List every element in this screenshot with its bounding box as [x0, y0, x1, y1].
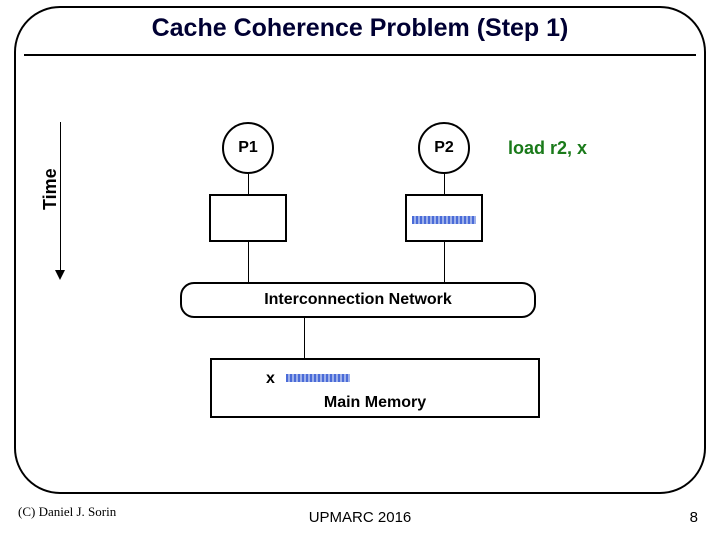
connector-cache2-network [444, 242, 445, 284]
connector-network-memory [304, 318, 305, 358]
connector-cache1-network [248, 242, 249, 284]
processor-p1: P1 [222, 122, 274, 174]
connector-p1-cache [248, 174, 249, 194]
memory-line-x-icon [286, 374, 350, 382]
time-axis-arrow-icon [55, 270, 65, 280]
title-underline [24, 54, 696, 56]
cache-p1 [209, 194, 287, 242]
connector-p2-cache [444, 174, 445, 194]
interconnection-network: Interconnection Network [180, 282, 536, 318]
memory-label: Main Memory [212, 394, 538, 412]
cache-line-x-icon [412, 216, 476, 224]
slide-title: Cache Coherence Problem (Step 1) [0, 14, 720, 43]
memory-var-x: x [266, 370, 275, 388]
slide: Cache Coherence Problem (Step 1) Time P1… [0, 0, 720, 540]
time-axis-line [60, 122, 61, 272]
footer-conference: UPMARC 2016 [0, 509, 720, 526]
slide-frame [14, 6, 706, 494]
cache-p2 [405, 194, 483, 242]
footer-page-number: 8 [690, 509, 698, 526]
main-memory: x Main Memory [210, 358, 540, 418]
time-axis-label: Time [40, 168, 61, 210]
processor-p2: P2 [418, 122, 470, 174]
annotation-load: load r2, x [508, 138, 587, 159]
